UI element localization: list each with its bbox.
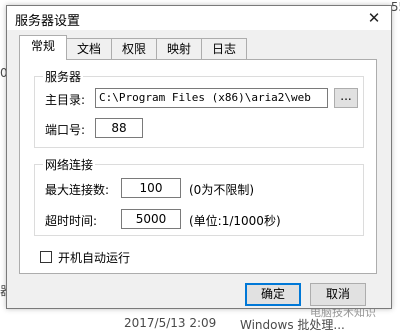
server-settings-dialog: 服务器设置 ✕ 常规 文档 权限 映射 日志 服务器 主目录: C:\Progr… bbox=[6, 5, 392, 309]
tab-logs[interactable]: 日志 bbox=[201, 38, 247, 59]
network-group: 网络连接 最大连接数: 100 (0为不限制) 超时时间: 5000 (单位:1… bbox=[34, 156, 364, 236]
server-group-title: 服务器 bbox=[43, 68, 84, 85]
autostart-label: 开机自动运行 bbox=[58, 251, 131, 265]
home-directory-input[interactable]: C:\Program Files (x86)\aria2\web bbox=[95, 88, 328, 108]
general-tab-panel: 服务器 主目录: C:\Program Files (x86)\aria2\we… bbox=[19, 59, 377, 274]
close-icon[interactable]: ✕ bbox=[365, 9, 383, 27]
timeout-label: 超时时间: bbox=[45, 214, 98, 228]
home-directory-label: 主目录: bbox=[45, 93, 86, 107]
max-connections-hint: (0为不限制) bbox=[189, 183, 254, 197]
title-bar: 服务器设置 ✕ bbox=[7, 6, 391, 30]
port-label: 端口号: bbox=[45, 123, 86, 137]
tab-general[interactable]: 常规 bbox=[19, 35, 67, 60]
file-date: 2017/5/13 2:09 bbox=[124, 316, 217, 330]
network-group-title: 网络连接 bbox=[43, 156, 96, 173]
ok-button[interactable]: 确定 bbox=[245, 283, 301, 306]
cancel-button[interactable]: 取消 bbox=[310, 283, 366, 306]
browse-button[interactable]: ... bbox=[334, 88, 358, 108]
server-group: 服务器 主目录: C:\Program Files (x86)\aria2\we… bbox=[34, 68, 364, 148]
max-connections-label: 最大连接数: bbox=[45, 183, 110, 197]
timeout-hint: (单位:1/1000秒) bbox=[189, 214, 281, 228]
max-connections-input[interactable]: 100 bbox=[121, 178, 181, 198]
dialog-title: 服务器设置 bbox=[15, 14, 81, 29]
port-input[interactable]: 88 bbox=[95, 118, 143, 138]
timeout-input[interactable]: 5000 bbox=[121, 209, 181, 229]
autostart-checkbox[interactable] bbox=[40, 251, 52, 263]
tab-documents[interactable]: 文档 bbox=[66, 38, 112, 59]
tab-permissions[interactable]: 权限 bbox=[111, 38, 157, 59]
tab-mapping[interactable]: 映射 bbox=[156, 38, 202, 59]
